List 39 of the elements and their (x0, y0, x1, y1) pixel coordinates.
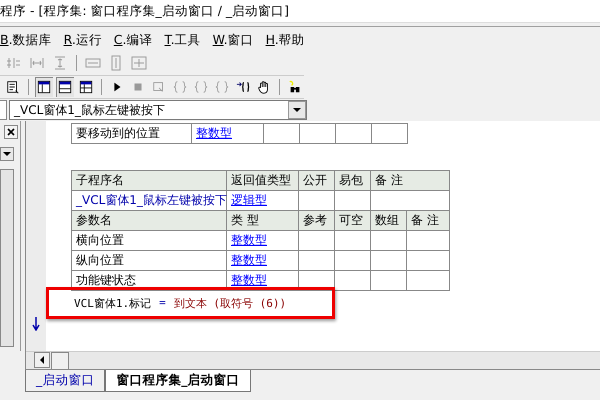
column-header: 数组 (370, 210, 406, 230)
type-link[interactable]: 整数型 (226, 250, 298, 270)
type-link[interactable]: 整数型 (192, 124, 264, 144)
column-header: 参考 (298, 210, 334, 230)
down-arrow-icon (32, 317, 40, 331)
table-cell: 要移动到的位置 (72, 124, 192, 144)
type-link[interactable]: 整数型 (226, 230, 298, 250)
column-header: 类 型 (226, 210, 298, 230)
left-arrow-icon (40, 356, 44, 364)
layout-icon[interactable] (34, 77, 53, 97)
code-line: VCL窗体1.标记 = 到文本 (取符号 (6)) (74, 296, 286, 310)
dropdown-arrow-icon (3, 152, 11, 156)
dropdown-arrow-icon (293, 108, 301, 112)
window-title: 程序 - [程序集: 窗口程序集_启动窗口 / _启动窗口] (0, 2, 290, 20)
menu-item[interactable]: T.工具 (164, 32, 201, 48)
close-icon (7, 128, 15, 136)
tab[interactable]: 窗口程序集_启动窗口 (105, 370, 250, 392)
close-button[interactable] (4, 125, 18, 139)
column-header: 备 注 (370, 170, 450, 190)
column-header: 可空 (334, 210, 370, 230)
column-header: 公开 (298, 170, 334, 190)
menu-item[interactable]: W.窗口 (212, 32, 254, 48)
menu-item[interactable]: H.帮助 (266, 32, 305, 48)
table-cell: 横向位置 (72, 230, 226, 250)
menu-item[interactable]: C.编译 (114, 32, 153, 48)
column-header: 参数名 (72, 210, 226, 230)
tab[interactable]: _启动窗口 (25, 370, 106, 392)
table-cell: 纵向位置 (72, 250, 226, 270)
column-header: 备 注 (406, 210, 450, 230)
method-dropdown[interactable]: _VCL窗体1_鼠标左键被按下 (9, 100, 307, 120)
dropdown-button[interactable] (0, 147, 14, 161)
scroll-thumb[interactable] (51, 352, 69, 370)
column-header: 子程序名 (72, 170, 226, 190)
layout-icon[interactable] (56, 77, 74, 97)
menu-item[interactable]: B.数据库 (0, 32, 52, 48)
scroll-left-button[interactable] (34, 352, 50, 368)
column-header: 易包 (334, 170, 370, 190)
column-header: 返回值类型 (226, 170, 298, 190)
menu-item[interactable]: R.运行 (64, 32, 102, 48)
